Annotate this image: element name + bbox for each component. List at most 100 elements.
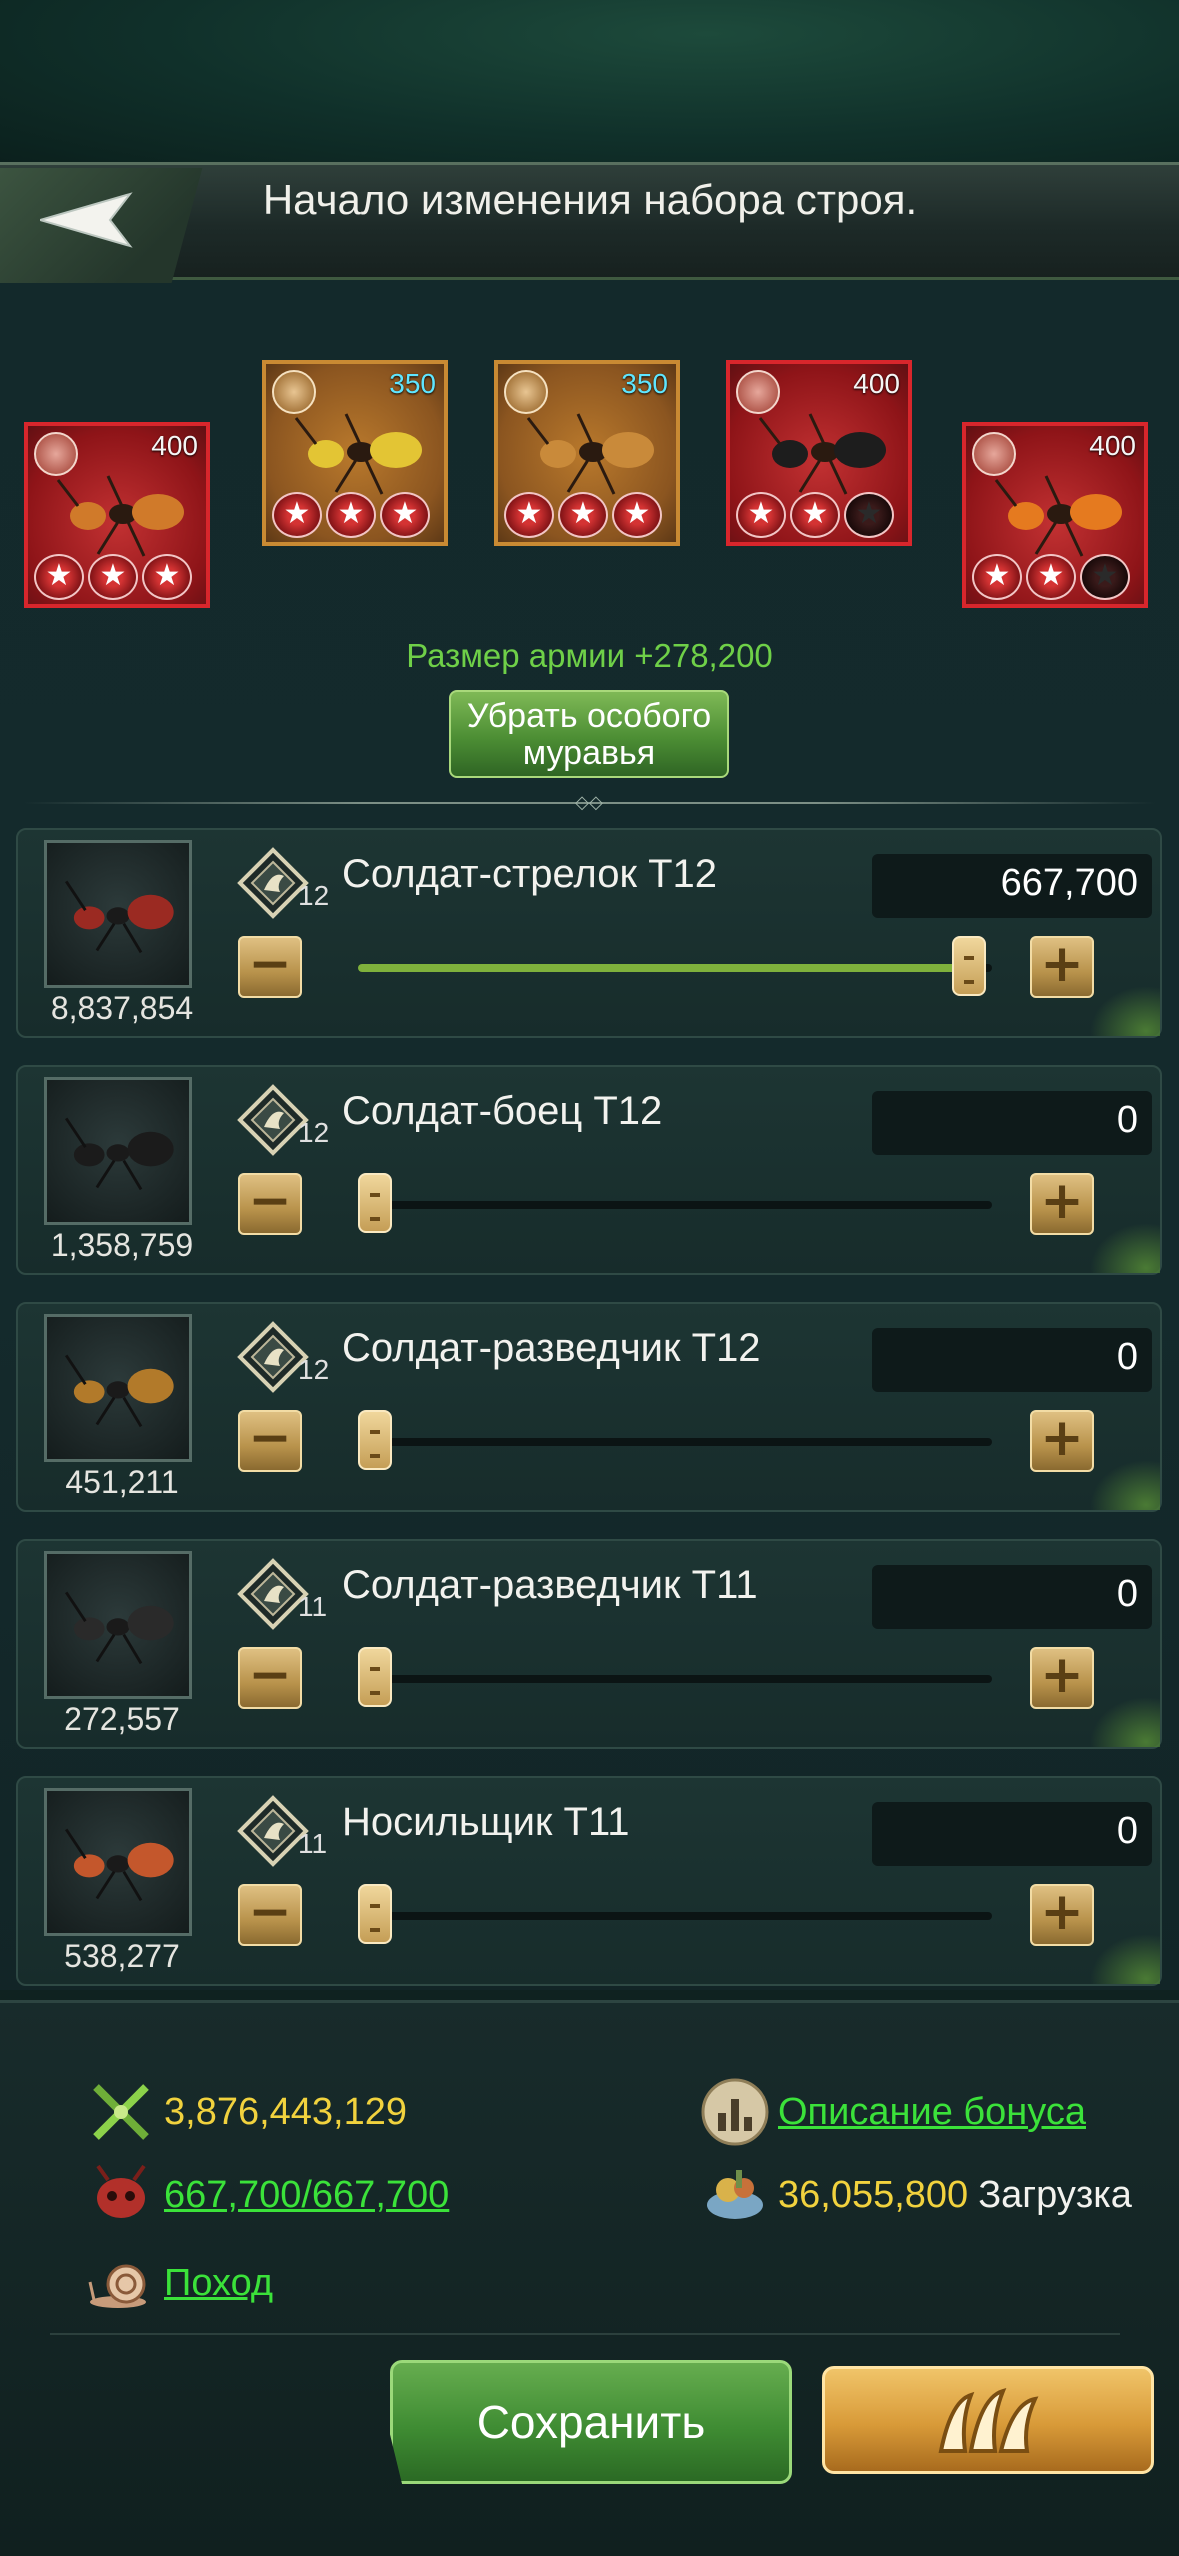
troop-tier-level: 12 <box>298 1354 330 1385</box>
bonus-description[interactable]: Описание бонуса <box>700 2077 1086 2147</box>
star-filled-icon: ★ <box>326 492 376 538</box>
star-rating: ★ ★ ★ <box>504 492 674 538</box>
troop-available-count: 8,837,854 <box>50 990 194 1026</box>
troop-available-count: 1,358,759 <box>50 1227 194 1263</box>
troop-tier-level: 11 <box>298 1828 328 1859</box>
star-rating: ★ ★ ★ <box>272 492 442 538</box>
troop-quantity-input[interactable]: 0 <box>872 1091 1152 1155</box>
troop-count-link[interactable]: 667,700/667,700 <box>164 2174 449 2217</box>
special-ant-card[interactable]: 350 ★ ★ ★ <box>494 360 680 546</box>
troop-slider-track[interactable] <box>358 1884 992 1944</box>
increase-button[interactable]: + <box>1030 936 1094 998</box>
special-ant-power: 400 <box>1089 430 1136 461</box>
star-empty-icon: ★ <box>844 492 894 538</box>
leaf-decoration <box>1090 1460 1160 1510</box>
troop-quantity-input[interactable]: 0 <box>872 1328 1152 1392</box>
bonus-description-link[interactable]: Описание бонуса <box>778 2091 1086 2134</box>
save-button[interactable]: Сохранить <box>390 2360 792 2484</box>
snail-icon <box>88 2264 146 2308</box>
decrease-button[interactable]: − <box>238 1647 302 1709</box>
troop-available-count: 538,277 <box>64 1938 180 1974</box>
troop-portrait[interactable] <box>44 1788 192 1936</box>
star-filled-icon: ★ <box>736 492 786 538</box>
remove-special-ant-button[interactable]: Убрать особого муравья <box>449 690 729 778</box>
ant-image <box>64 1591 174 1665</box>
star-rating: ★ ★ ★ <box>736 492 906 538</box>
star-filled-icon: ★ <box>504 492 554 538</box>
troop-slider-thumb[interactable] <box>952 936 986 996</box>
load-label: Загрузка <box>978 2173 1132 2216</box>
star-rating: ★ ★ ★ <box>34 554 204 600</box>
ant-image <box>64 1117 174 1191</box>
troop-slider-thumb[interactable] <box>358 1410 392 1470</box>
decrease-button[interactable]: − <box>238 1884 302 1946</box>
food-load-icon <box>707 2170 763 2219</box>
special-ant-card[interactable]: 400 ★ ★ ★ <box>726 360 912 546</box>
increase-button[interactable]: + <box>1030 1410 1094 1472</box>
ant-image <box>64 880 174 954</box>
special-ant-image <box>56 475 184 557</box>
troop-tier-level: 11 <box>298 1591 328 1622</box>
star-filled-icon: ★ <box>972 554 1022 600</box>
troop-slider-track[interactable] <box>358 1173 992 1233</box>
star-filled-icon: ★ <box>380 492 430 538</box>
ant-image <box>64 1828 174 1902</box>
troop-tier-level: 12 <box>298 1117 330 1148</box>
special-ant-card[interactable]: 400 ★ ★ ★ <box>962 422 1148 608</box>
troop-quantity-input[interactable]: 0 <box>872 1565 1152 1629</box>
decrease-button[interactable]: − <box>238 1410 302 1472</box>
troop-slider-thumb[interactable] <box>358 1647 392 1707</box>
star-filled-icon: ★ <box>34 554 84 600</box>
troop-count-stat[interactable]: 667,700/667,700 <box>86 2160 449 2230</box>
star-filled-icon: ★ <box>1026 554 1076 600</box>
special-ant-power: 400 <box>151 430 198 461</box>
decrease-button[interactable]: − <box>238 1173 302 1235</box>
troop-name: Солдат-разведчик T12 <box>342 1326 761 1370</box>
increase-button[interactable]: + <box>1030 1647 1094 1709</box>
special-ant-card[interactable]: 400 ★ ★ ★ <box>24 422 210 608</box>
auto-fill-button[interactable] <box>822 2366 1154 2474</box>
troop-row: 1,358,759 12 Солдат-боец T12 0 − + <box>16 1065 1162 1275</box>
troop-portrait[interactable] <box>44 1551 192 1699</box>
ant-head-icon <box>96 2164 146 2218</box>
special-ant-card[interactable]: 350 ★ ★ ★ <box>262 360 448 546</box>
star-filled-icon: ★ <box>88 554 138 600</box>
troop-slider-thumb[interactable] <box>358 1884 392 1944</box>
troop-available-count: 451,211 <box>65 1464 179 1500</box>
troop-slider-track[interactable] <box>358 1410 992 1470</box>
star-filled-icon: ★ <box>142 554 192 600</box>
page-title: Начало изменения набора строя. <box>262 176 918 223</box>
troop-name: Солдат-боец T12 <box>342 1089 663 1133</box>
troop-slider-track[interactable] <box>358 1647 992 1707</box>
power-stat: 3,876,443,129 <box>86 2077 407 2147</box>
troop-name: Носильщик T11 <box>342 1800 630 1844</box>
troop-slider-fill <box>358 964 970 972</box>
star-filled-icon: ★ <box>272 492 322 538</box>
special-ant-power: 400 <box>853 368 900 399</box>
decrease-button[interactable]: − <box>238 936 302 998</box>
special-ant-image <box>758 413 886 495</box>
troop-row: 538,277 11 Носильщик T11 0 − + <box>16 1776 1162 1986</box>
troop-name: Солдат-разведчик T11 <box>342 1563 758 1607</box>
troop-slider-thumb[interactable] <box>358 1173 392 1233</box>
troop-portrait[interactable] <box>44 1077 192 1225</box>
troop-quantity-input[interactable]: 0 <box>872 1802 1152 1866</box>
troop-portrait[interactable] <box>44 840 192 988</box>
star-rating: ★ ★ ★ <box>972 554 1142 600</box>
troop-slider-track[interactable] <box>358 936 992 996</box>
bonus-chart-icon <box>701 2078 769 2146</box>
march-link[interactable]: Поход <box>164 2262 273 2305</box>
march-link-row[interactable]: Поход <box>86 2248 273 2318</box>
troop-available-count: 272,557 <box>64 1701 180 1737</box>
increase-button[interactable]: + <box>1030 1884 1094 1946</box>
leaf-decoration <box>1090 1697 1160 1747</box>
troop-quantity-input[interactable]: 667,700 <box>872 854 1152 918</box>
troop-row: 272,557 11 Солдат-разведчик T11 0 − + <box>16 1539 1162 1749</box>
increase-button[interactable]: + <box>1030 1173 1094 1235</box>
special-ant-power: 350 <box>389 368 436 399</box>
troop-name: Солдат-стрелок T12 <box>342 852 717 896</box>
claw-icon <box>938 2388 1039 2453</box>
troop-row: 451,211 12 Солдат-разведчик T12 0 − + <box>16 1302 1162 1512</box>
special-ant-image <box>294 413 422 495</box>
troop-portrait[interactable] <box>44 1314 192 1462</box>
